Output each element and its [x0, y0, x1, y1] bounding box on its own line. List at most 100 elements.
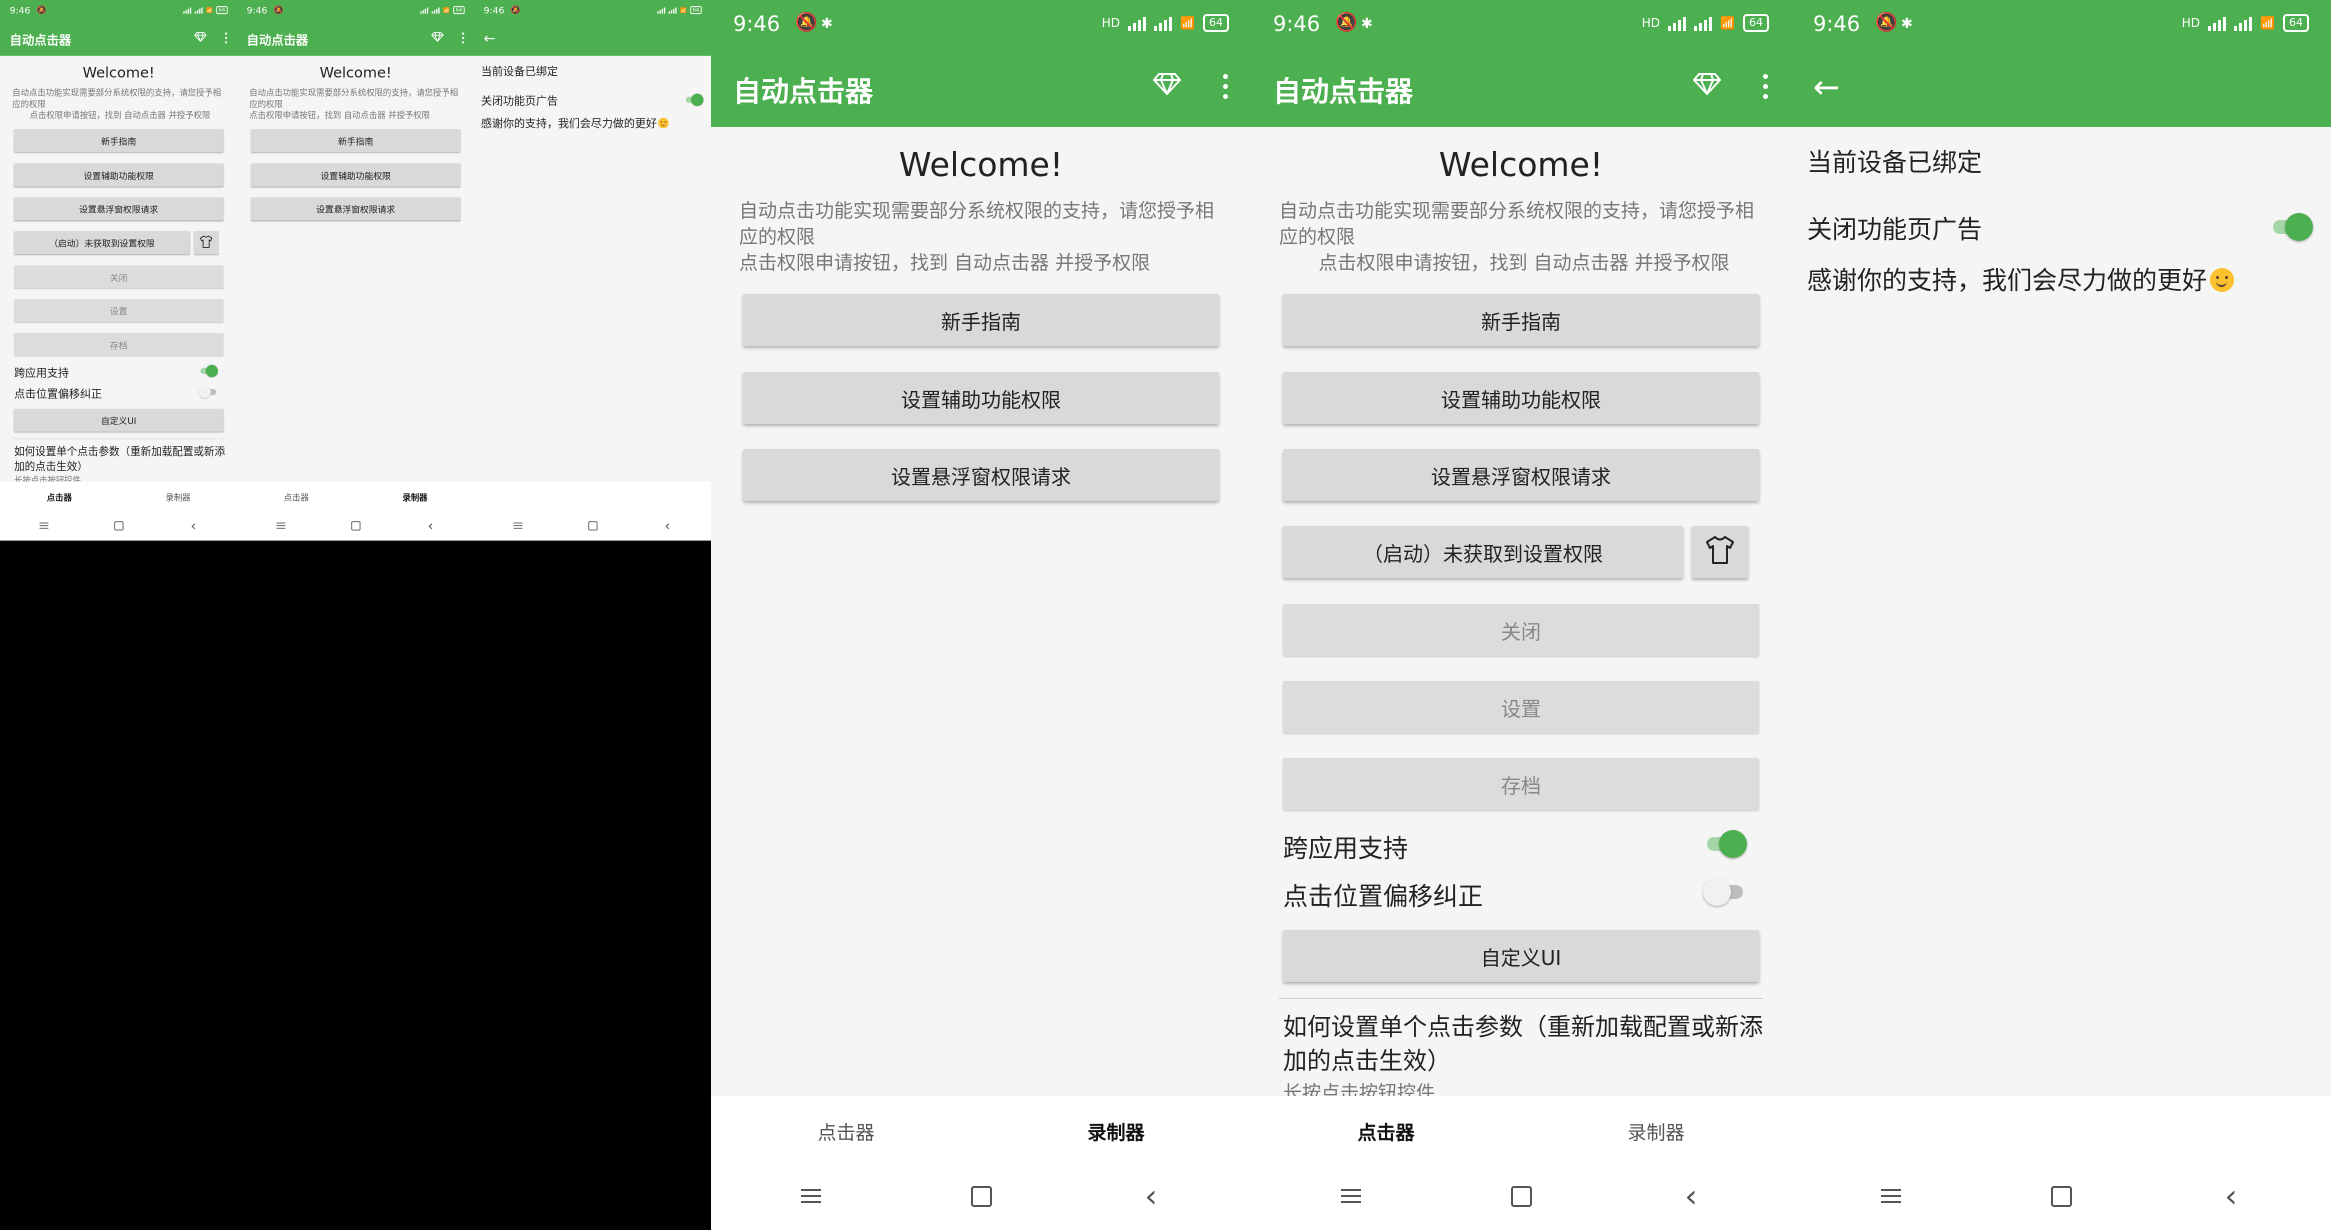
signal-icon — [1668, 15, 1687, 31]
wifi-icon: 📶 — [1180, 16, 1195, 30]
guide-button[interactable]: 新手指南 — [1283, 294, 1759, 346]
tab-recorder[interactable]: 录制器 — [356, 491, 475, 503]
custom-ui-button[interactable]: 自定义UI — [14, 408, 224, 432]
tab-clicker[interactable]: 点击器 — [711, 1118, 981, 1145]
back-icon[interactable]: ‹ — [1671, 1180, 1711, 1212]
back-icon[interactable]: ‹ — [2211, 1180, 2251, 1212]
offset-fix-toggle[interactable] — [1703, 878, 1747, 906]
overlay-permission-button[interactable]: 设置悬浮窗权限请求 — [14, 197, 224, 221]
battery-icon: 64 — [1743, 14, 1769, 32]
shirt-icon — [1704, 535, 1736, 569]
close-ads-toggle[interactable] — [684, 93, 704, 106]
more-icon[interactable] — [1763, 74, 1769, 104]
start-button[interactable]: （启动）未获取到设置权限 — [1283, 526, 1683, 578]
tab-recorder[interactable]: 录制器 — [981, 1118, 1251, 1145]
tab-recorder[interactable]: 录制器 — [119, 491, 238, 503]
status-bar: 9:46 🔕 ✱ HD 📶 64 — [711, 0, 1251, 50]
system-nav-bar: ‹ — [0, 511, 238, 541]
bottom-tabs: 点击器 录制器 — [711, 1096, 1251, 1163]
guide-button[interactable]: 新手指南 — [14, 129, 224, 153]
network-type: HD — [1101, 16, 1121, 30]
tab-recorder[interactable]: 录制器 — [1521, 1118, 1791, 1145]
back-icon[interactable]: ‹ — [659, 519, 677, 533]
thanks-text: 感谢你的支持，我们会尽力做的更好 — [481, 115, 669, 131]
archive-button[interactable]: 存档 — [1283, 758, 1759, 810]
network-type: HD — [2181, 16, 2201, 30]
back-arrow-icon[interactable]: ← — [1813, 70, 1840, 104]
menu-icon[interactable] — [1871, 1181, 1911, 1211]
app-bar: 自动点击器 — [711, 50, 1251, 127]
overlay-permission-button[interactable]: 设置悬浮窗权限请求 — [251, 197, 461, 221]
desc-line-1: 自动点击功能实现需要部分系统权限的支持，请您授予相应的权限 — [1279, 200, 1755, 248]
gem-icon[interactable] — [1153, 72, 1181, 100]
menu-icon[interactable] — [791, 1181, 831, 1211]
home-icon[interactable] — [961, 1181, 1001, 1211]
back-arrow-icon[interactable]: ← — [484, 31, 496, 46]
more-icon[interactable] — [225, 32, 228, 46]
close-button[interactable]: 关闭 — [14, 265, 224, 289]
system-nav-bar: ‹ — [474, 511, 712, 541]
gem-icon[interactable] — [431, 32, 444, 44]
start-button[interactable]: （启动）未获取到设置权限 — [14, 231, 190, 255]
app-title: 自动点击器 — [9, 32, 72, 48]
settings-button[interactable]: 设置 — [14, 299, 224, 323]
signal-icon — [2234, 15, 2253, 31]
back-icon[interactable]: ‹ — [185, 519, 203, 533]
tab-clicker[interactable]: 点击器 — [1251, 1118, 1521, 1145]
back-icon[interactable]: ‹ — [1131, 1180, 1171, 1212]
settings-button[interactable]: 设置 — [1283, 681, 1759, 733]
mini-preview-settings: 9:46 🔕 📶 64 ← 当前设备已绑定 关闭功能页广告 感谢你的支持，我们会… — [474, 0, 712, 541]
guide-button[interactable]: 新手指南 — [743, 294, 1219, 346]
tab-clicker[interactable]: 点击器 — [237, 491, 356, 503]
accessibility-button[interactable]: 设置辅助功能权限 — [743, 372, 1219, 424]
custom-ui-button[interactable]: 自定义UI — [1283, 930, 1759, 982]
menu-icon[interactable] — [509, 519, 527, 532]
home-icon[interactable] — [584, 519, 602, 532]
back-icon[interactable]: ‹ — [422, 519, 440, 533]
home-icon[interactable] — [110, 519, 128, 532]
close-ads-toggle[interactable] — [2269, 213, 2313, 241]
gem-icon[interactable] — [1693, 72, 1721, 100]
status-time: 9:46 — [483, 5, 505, 16]
menu-icon[interactable] — [272, 519, 290, 532]
offset-fix-toggle[interactable] — [198, 385, 218, 399]
desc-line-2: 点击权限申请按钮，找到 自动点击器 并授予权限 — [249, 110, 430, 121]
overlay-permission-button[interactable]: 设置悬浮窗权限请求 — [743, 449, 1219, 501]
battery-icon: 64 — [216, 6, 228, 15]
cross-app-toggle[interactable] — [1703, 830, 1747, 858]
status-icons: 📶 64 — [420, 6, 465, 15]
bell-off-icon: 🔕 — [1875, 12, 1898, 33]
home-icon[interactable] — [347, 519, 365, 532]
gem-icon[interactable] — [194, 32, 207, 44]
guide-button[interactable]: 新手指南 — [251, 129, 461, 153]
home-icon[interactable] — [2041, 1181, 2081, 1211]
desc-line-2: 点击权限申请按钮，找到 自动点击器 并授予权限 — [1318, 252, 1730, 274]
close-button[interactable]: 关闭 — [1283, 604, 1759, 656]
status-icons: HD 📶 64 — [1642, 14, 1769, 32]
more-icon[interactable] — [1223, 74, 1229, 104]
notification-icon: ✱ — [821, 16, 833, 32]
app-bar: ← — [1791, 50, 2331, 127]
app-bar: 自动点击器 — [237, 21, 475, 56]
shirt-button[interactable] — [1692, 526, 1748, 578]
bottom-tabs: 点击器 录制器 — [237, 481, 475, 512]
shirt-button[interactable] — [193, 231, 219, 255]
home-icon[interactable] — [1501, 1181, 1541, 1211]
desc-line-2: 点击权限申请按钮，找到 自动点击器 并授予权限 — [29, 110, 211, 121]
accessibility-button[interactable]: 设置辅助功能权限 — [1283, 372, 1759, 424]
accessibility-button[interactable]: 设置辅助功能权限 — [14, 163, 224, 187]
accessibility-button[interactable]: 设置辅助功能权限 — [251, 163, 461, 187]
device-bound-text: 当前设备已绑定 — [1807, 148, 1983, 177]
menu-icon[interactable] — [1331, 1181, 1371, 1211]
more-icon[interactable] — [462, 32, 465, 46]
system-nav-bar: ‹ — [711, 1163, 1251, 1230]
bottom-tabs: 点击器 录制器 — [0, 481, 238, 512]
cross-app-toggle[interactable] — [199, 364, 218, 378]
overlay-permission-button[interactable]: 设置悬浮窗权限请求 — [1283, 449, 1759, 501]
bottom-tabs: 点击器 录制器 — [1251, 1096, 1791, 1163]
archive-button[interactable]: 存档 — [14, 333, 224, 356]
battery-icon: 64 — [453, 6, 465, 15]
signal-icon — [1128, 15, 1147, 31]
tab-clicker[interactable]: 点击器 — [0, 491, 119, 503]
menu-icon[interactable] — [35, 519, 53, 532]
